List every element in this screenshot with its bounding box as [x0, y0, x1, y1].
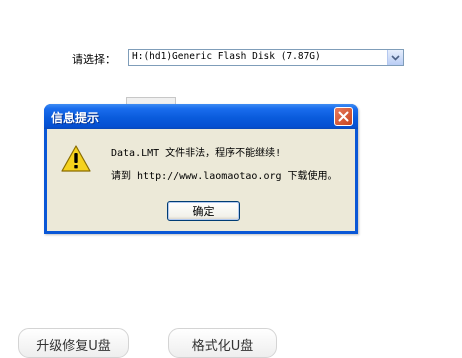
dialog-title: 信息提示 — [51, 111, 100, 125]
warning-icon — [61, 145, 91, 172]
repair-usb-button[interactable]: 升级修复U盘 — [18, 328, 129, 358]
dialog-message-line-2: 请到 http://www.laomaotao.org 下载使用。 — [111, 171, 338, 182]
drive-select-label: 请选择： — [72, 53, 116, 66]
close-button[interactable] — [334, 107, 353, 126]
message-dialog: 信息提示 Data.LMT 文件非法，程序不能继续! 请到 http://www… — [44, 104, 358, 234]
dialog-titlebar[interactable]: 信息提示 — [44, 104, 358, 129]
chevron-down-icon[interactable] — [387, 50, 403, 65]
dialog-message-line-1: Data.LMT 文件非法，程序不能继续! — [111, 148, 282, 159]
drive-select-value: H:(hd1)Generic Flash Disk (7.87G) — [132, 51, 321, 62]
dialog-body: Data.LMT 文件非法，程序不能继续! 请到 http://www.laom… — [47, 129, 355, 231]
drive-select[interactable]: H:(hd1)Generic Flash Disk (7.87G) — [128, 49, 404, 66]
format-usb-button[interactable]: 格式化U盘 — [168, 328, 277, 358]
ok-button[interactable]: 确定 — [167, 201, 240, 221]
close-icon — [338, 111, 349, 122]
